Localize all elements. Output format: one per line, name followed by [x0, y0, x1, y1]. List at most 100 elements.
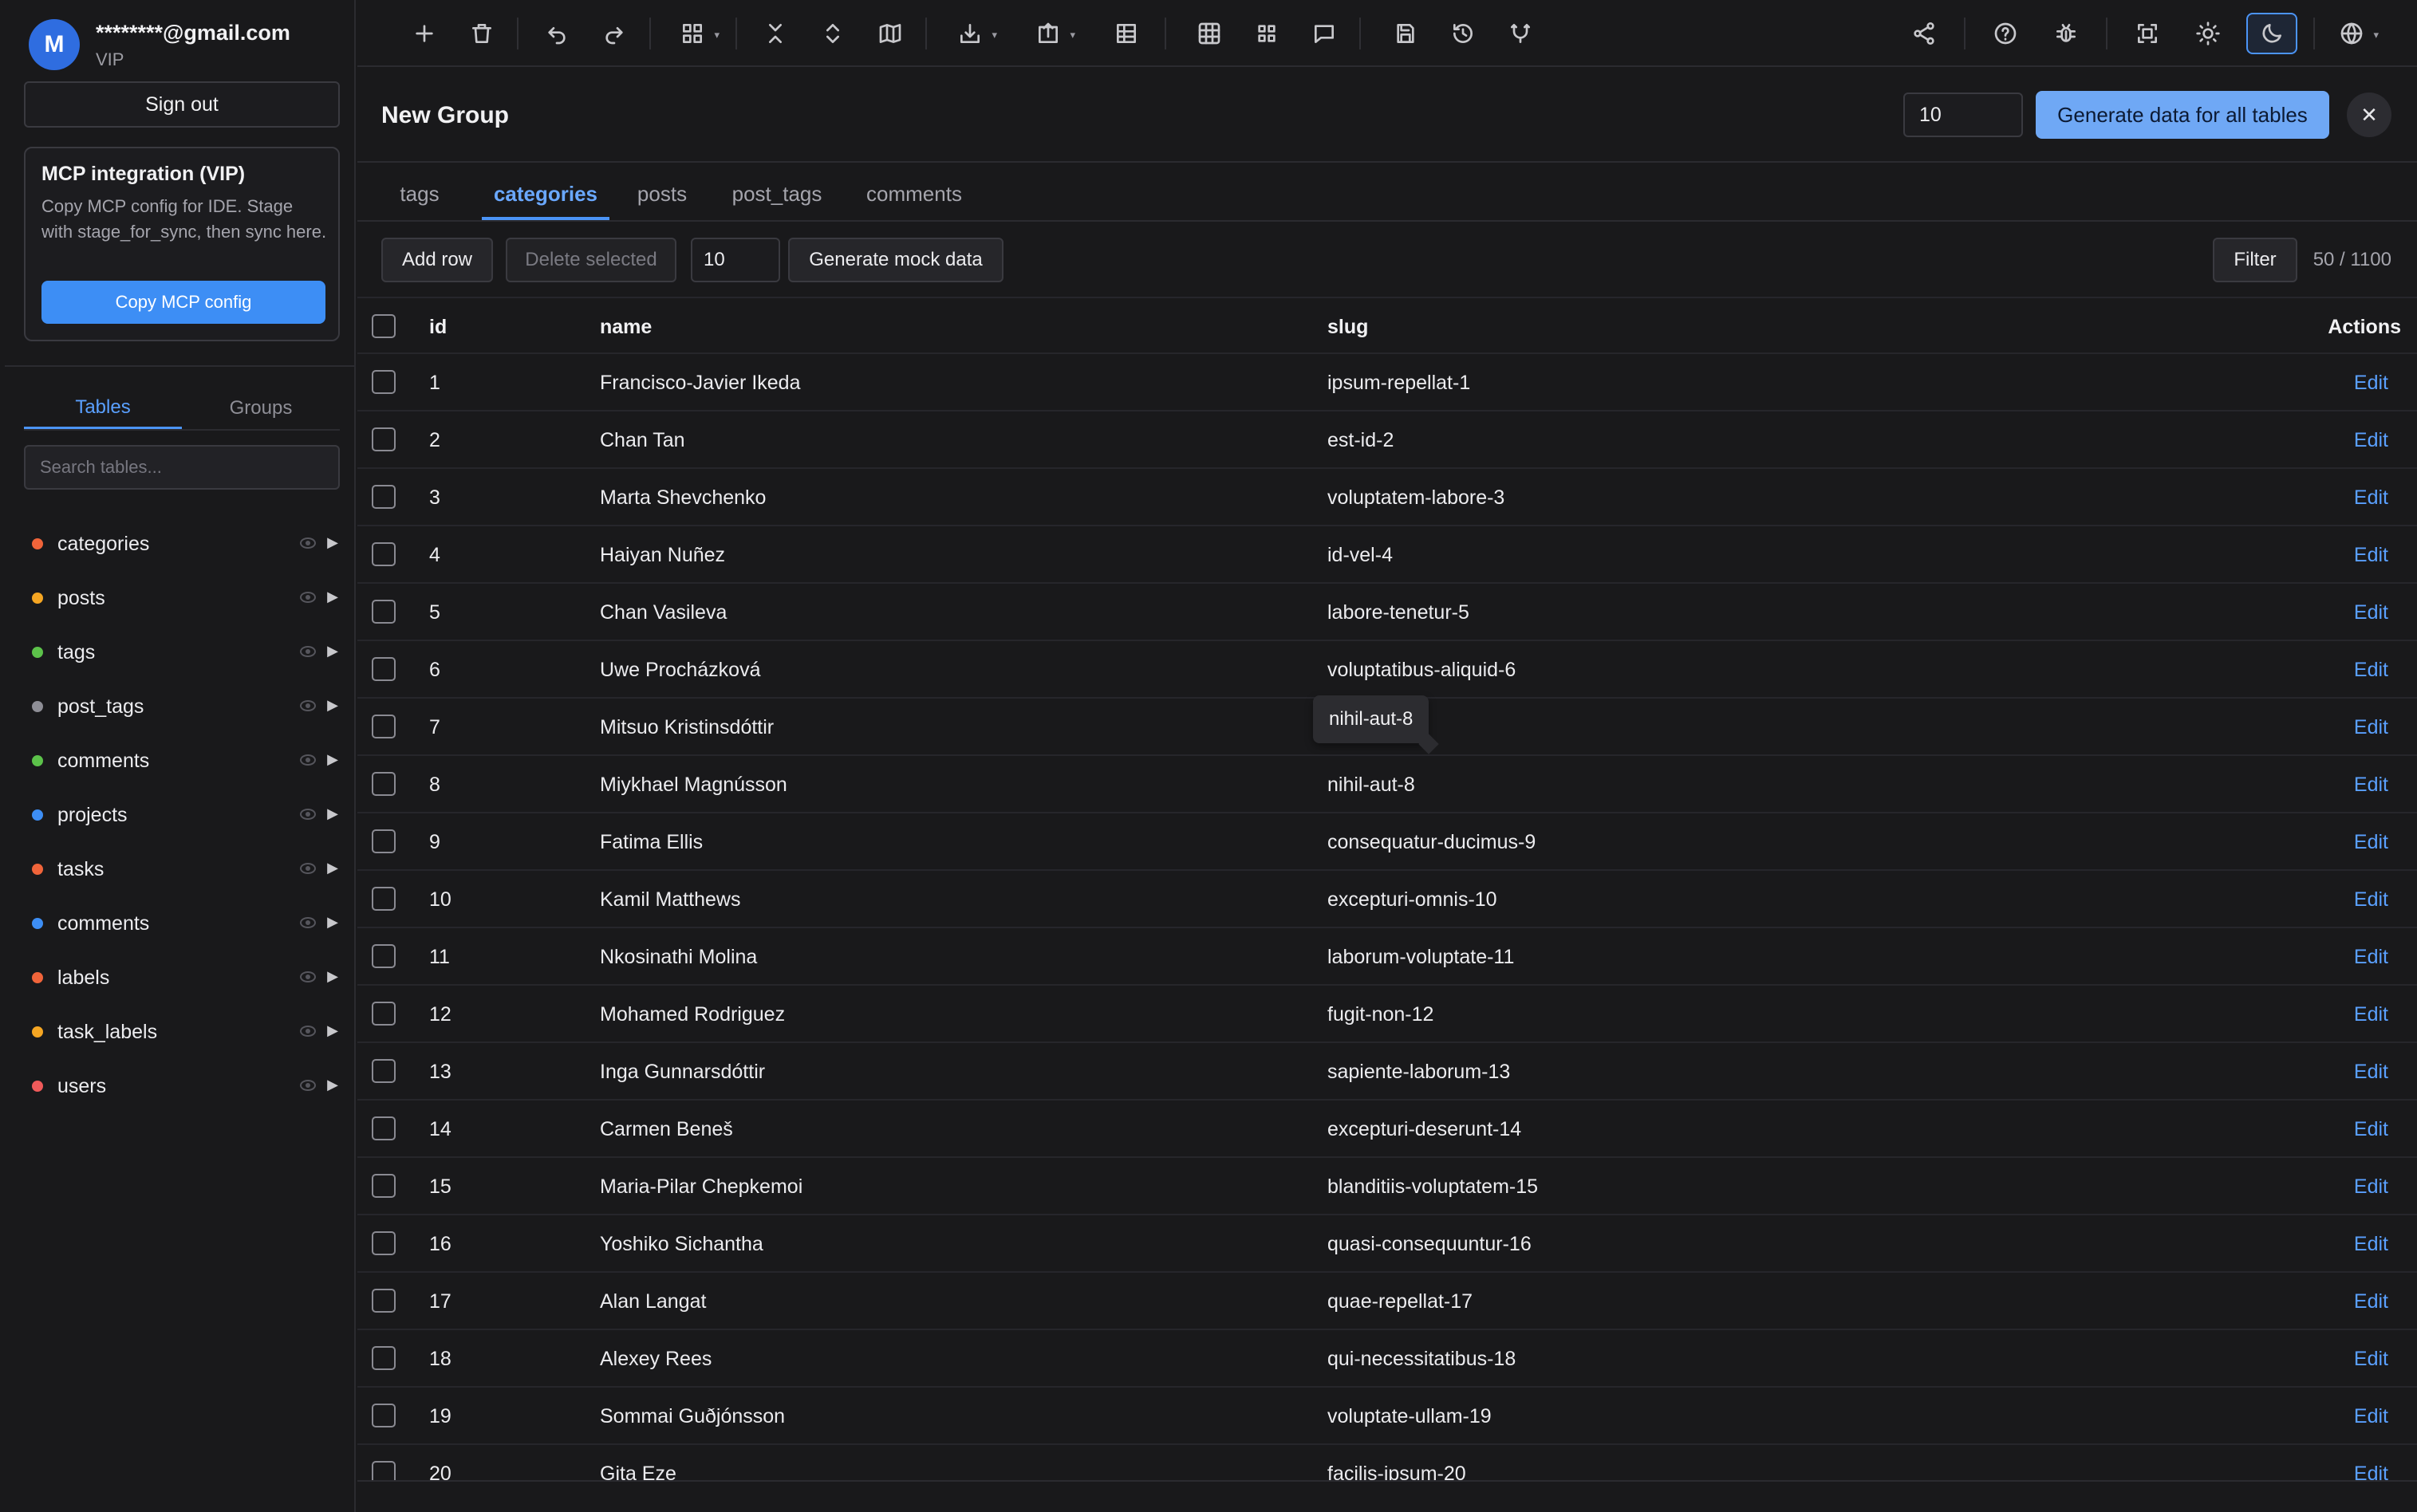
table-row[interactable]: 4 Haiyan Nuñez id-vel-4 Edit: [357, 526, 2417, 584]
cell-name[interactable]: Marta Shevchenko: [600, 486, 766, 510]
edit-link[interactable]: Edit: [2354, 888, 2388, 912]
fit-screen-icon[interactable]: [2125, 13, 2170, 54]
branch-icon[interactable]: [1498, 13, 1543, 54]
row-checkbox[interactable]: [372, 1404, 396, 1427]
cell-name[interactable]: Mohamed Rodriguez: [600, 1003, 785, 1026]
eye-icon[interactable]: [300, 537, 316, 549]
sidebar-item-users[interactable]: users ▶: [24, 1059, 340, 1113]
edit-link[interactable]: Edit: [2354, 1003, 2388, 1026]
table-row[interactable]: 11 Nkosinathi Molina laborum-voluptate-11 E…: [357, 928, 2417, 986]
table-row[interactable]: 10 Kamil Matthews excepturi-omnis-10 Edit: [357, 871, 2417, 928]
layout-icon[interactable]: ▾: [670, 13, 720, 54]
cell-id[interactable]: 17: [429, 1290, 451, 1313]
edit-link[interactable]: Edit: [2354, 1463, 2388, 1480]
cell-id[interactable]: 19: [429, 1405, 451, 1428]
column-header-name[interactable]: name: [600, 316, 652, 339]
cell-slug[interactable]: nihil-aut-8: [1327, 774, 1415, 797]
cell-id[interactable]: 15: [429, 1175, 451, 1199]
plus-icon[interactable]: [402, 13, 447, 54]
chevron-right-icon[interactable]: ▶: [327, 589, 338, 605]
sidebar-item-comments[interactable]: comments ▶: [24, 734, 340, 788]
sidebar-item-projects[interactable]: projects ▶: [24, 788, 340, 842]
chevron-right-icon[interactable]: ▶: [327, 968, 338, 985]
cell-id[interactable]: 20: [429, 1463, 451, 1480]
grid-icon[interactable]: [1187, 13, 1232, 54]
row-checkbox[interactable]: [372, 1231, 396, 1255]
cell-slug[interactable]: excepturi-omnis-10: [1327, 888, 1497, 912]
eye-icon[interactable]: [300, 1026, 316, 1037]
row-checkbox[interactable]: [372, 1002, 396, 1026]
cell-slug[interactable]: consequatur-ducimus-9: [1327, 831, 1536, 854]
cell-slug[interactable]: blanditiis-voluptatem-15: [1327, 1175, 1538, 1199]
cell-id[interactable]: 2: [429, 429, 440, 452]
cell-slug[interactable]: labore-tenetur-5: [1327, 601, 1469, 624]
sidebar-item-categories[interactable]: categories ▶: [24, 517, 340, 571]
cell-id[interactable]: 16: [429, 1233, 451, 1256]
edit-link[interactable]: Edit: [2354, 1233, 2388, 1256]
cell-slug[interactable]: voluptate-ullam-19: [1327, 1405, 1492, 1428]
row-checkbox[interactable]: [372, 887, 396, 911]
edit-link[interactable]: Edit: [2354, 659, 2388, 682]
cell-id[interactable]: 14: [429, 1118, 451, 1141]
row-checkbox[interactable]: [372, 600, 396, 624]
cell-id[interactable]: 9: [429, 831, 440, 854]
generate-all-tables-button[interactable]: Generate data for all tables: [2036, 91, 2329, 139]
edit-link[interactable]: Edit: [2354, 601, 2388, 624]
cell-name[interactable]: Alan Langat: [600, 1290, 706, 1313]
cell-id[interactable]: 11: [429, 946, 450, 969]
chevron-right-icon[interactable]: ▶: [327, 860, 338, 876]
table-row[interactable]: 6 Uwe Procházková voluptatibus-aliquid-6 Ed…: [357, 641, 2417, 699]
redo-icon[interactable]: [592, 13, 637, 54]
eye-icon[interactable]: [300, 700, 316, 711]
edit-link[interactable]: Edit: [2354, 429, 2388, 452]
cell-slug[interactable]: ipsum-repellat-1: [1327, 372, 1470, 395]
table-row[interactable]: 19 Sommai Guðjónsson voluptate-ullam-19 Edi…: [357, 1388, 2417, 1445]
cell-slug[interactable]: voluptatem-labore-3: [1327, 486, 1504, 510]
eye-icon[interactable]: [300, 809, 316, 820]
light-mode-icon[interactable]: [2186, 13, 2230, 54]
cell-name[interactable]: Uwe Procházková: [600, 659, 760, 682]
table-row[interactable]: 17 Alan Langat quae-repellat-17 Edit: [357, 1273, 2417, 1330]
edit-link[interactable]: Edit: [2354, 486, 2388, 510]
group-row-count-input[interactable]: [1903, 93, 2023, 137]
filter-button[interactable]: Filter: [2213, 238, 2297, 282]
row-checkbox[interactable]: [372, 772, 396, 796]
row-checkbox[interactable]: [372, 427, 396, 451]
row-checkbox[interactable]: [372, 657, 396, 681]
sidebar-item-comments[interactable]: comments ▶: [24, 896, 340, 951]
table-icon[interactable]: [1104, 13, 1149, 54]
export-icon[interactable]: ▾: [1026, 13, 1075, 54]
row-checkbox[interactable]: [372, 1461, 396, 1480]
sidebar-item-post-tags[interactable]: post_tags ▶: [24, 679, 340, 734]
cell-slug[interactable]: voluptatibus-aliquid-6: [1327, 659, 1516, 682]
expand-icon[interactable]: [810, 13, 855, 54]
row-checkbox[interactable]: [372, 1289, 396, 1313]
tab-groups[interactable]: Groups: [182, 388, 340, 429]
copy-mcp-config-button[interactable]: Copy MCP config: [41, 281, 325, 324]
map-icon[interactable]: [868, 13, 913, 54]
cell-id[interactable]: 6: [429, 659, 440, 682]
cell-id[interactable]: 5: [429, 601, 440, 624]
search-tables-input[interactable]: [24, 445, 340, 490]
column-header-id[interactable]: id: [429, 316, 447, 339]
tab-comments[interactable]: comments: [862, 177, 967, 220]
cell-slug[interactable]: id-vel-4: [1327, 544, 1393, 567]
row-checkbox[interactable]: [372, 1174, 396, 1198]
eye-icon[interactable]: [300, 646, 316, 657]
globe-icon[interactable]: ▾: [2329, 13, 2379, 54]
sidebar-item-posts[interactable]: posts ▶: [24, 571, 340, 625]
undo-icon[interactable]: [534, 13, 579, 54]
cell-slug[interactable]: est-id-2: [1327, 429, 1394, 452]
cell-name[interactable]: Nkosinathi Molina: [600, 946, 757, 969]
row-checkbox[interactable]: [372, 1116, 396, 1140]
select-all-checkbox[interactable]: [372, 314, 396, 338]
tab-posts[interactable]: posts: [632, 177, 692, 220]
table-row[interactable]: 18 Alexey Rees qui-necessitatibus-18 Edit: [357, 1330, 2417, 1388]
cell-slug[interactable]: fugit-non-12: [1327, 1003, 1433, 1026]
eye-icon[interactable]: [300, 754, 316, 766]
cell-id[interactable]: 7: [429, 716, 440, 739]
chevron-right-icon[interactable]: ▶: [327, 697, 338, 714]
import-icon[interactable]: ▾: [948, 13, 997, 54]
cell-name[interactable]: Fatima Ellis: [600, 831, 703, 854]
cell-id[interactable]: 18: [429, 1348, 451, 1371]
